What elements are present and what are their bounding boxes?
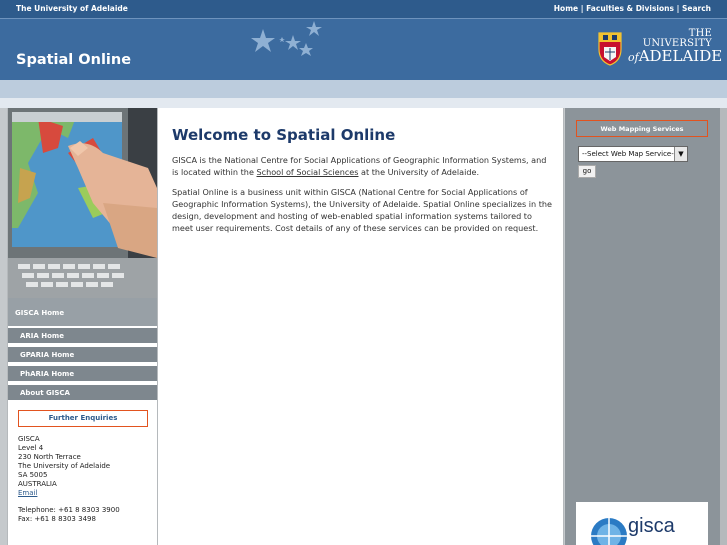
logo-of: of <box>628 51 639 64</box>
main-content: Welcome to Spatial Online GISCA is the N… <box>157 108 564 545</box>
nav-gparia-home[interactable]: GPARIA Home <box>8 345 157 362</box>
web-mapping-services-heading: Web Mapping Services <box>576 120 708 137</box>
site-title: Spatial Online <box>16 52 132 68</box>
university-link[interactable]: The University of Adelaide <box>16 4 128 13</box>
page-title: Welcome to Spatial Online <box>172 126 396 144</box>
gis-screen-photo <box>8 108 157 298</box>
university-logo-text: THE UNIVERSITY ofADELAIDE <box>628 28 722 64</box>
intro-paragraph: GISCA is the National Centre for Social … <box>172 154 552 178</box>
top-nav-separator: | <box>580 4 584 13</box>
right-edge <box>720 108 727 545</box>
home-link[interactable]: Home <box>554 4 578 13</box>
nav-aria-home[interactable]: ARIA Home <box>8 326 157 343</box>
address-line: Level 4 <box>18 444 44 452</box>
logo-line-1: THE UNIVERSITY <box>642 28 712 49</box>
description-paragraph: Spatial Online is a business unit within… <box>172 187 553 233</box>
gisca-logo-text: gisca <box>628 515 675 537</box>
select-value: --Select Web Map Service-- <box>582 150 677 158</box>
search-link[interactable]: Search <box>682 4 711 13</box>
school-social-sciences-link[interactable]: School of Social Sciences <box>257 167 359 177</box>
nav-about-gisca[interactable]: About GISCA <box>8 383 157 400</box>
site-header: Spatial Online THE UNIVERSITY ofADELAIDE <box>0 18 727 80</box>
dropdown-arrow-icon[interactable]: ▼ <box>674 147 687 161</box>
right-sidebar: Web Mapping Services --Select Web Map Se… <box>565 108 720 545</box>
address-line: 230 North Terrace <box>18 453 81 461</box>
web-map-service-select[interactable]: --Select Web Map Service-- ▼ <box>578 146 688 162</box>
address-line: GISCA <box>18 435 40 443</box>
university-crest-icon[interactable] <box>597 31 623 67</box>
contact-address: GISCA Level 4 230 North Terrace The Univ… <box>18 435 120 524</box>
fax: Fax: +61 8 8303 3498 <box>18 515 96 523</box>
intro-text-end: at the University of Adelaide. <box>358 167 480 177</box>
logo-adelaide: ADELAIDE <box>638 47 723 65</box>
nav-gisca-home[interactable]: GISCA Home <box>8 298 157 326</box>
left-sidebar: GISCA Home ARIA Home GPARIA Home PhARIA … <box>7 108 157 545</box>
nav-pharia-home[interactable]: PhARIA Home <box>8 364 157 381</box>
southern-cross-stars-icon <box>251 21 322 56</box>
go-button[interactable]: go <box>578 165 596 178</box>
logo-line-2: ofADELAIDE <box>628 49 722 64</box>
email-link[interactable]: Email <box>18 489 37 497</box>
header-band-light <box>0 98 727 108</box>
faculties-link[interactable]: Faculties & Divisions <box>586 4 674 13</box>
gisca-logo[interactable]: gisca <box>576 502 708 545</box>
address-line: AUSTRALIA <box>18 480 57 488</box>
top-nav-separator: | <box>676 4 680 13</box>
header-band <box>0 80 727 98</box>
further-enquiries-heading: Further Enquiries <box>18 410 148 427</box>
address-line: SA 5005 <box>18 471 48 479</box>
top-bar: The University of Adelaide Home | Facult… <box>0 0 727 18</box>
telephone: Telephone: +61 8 8303 3900 <box>18 506 120 514</box>
address-line: The University of Adelaide <box>18 462 111 470</box>
top-nav: Home | Faculties & Divisions | Search <box>554 4 711 13</box>
